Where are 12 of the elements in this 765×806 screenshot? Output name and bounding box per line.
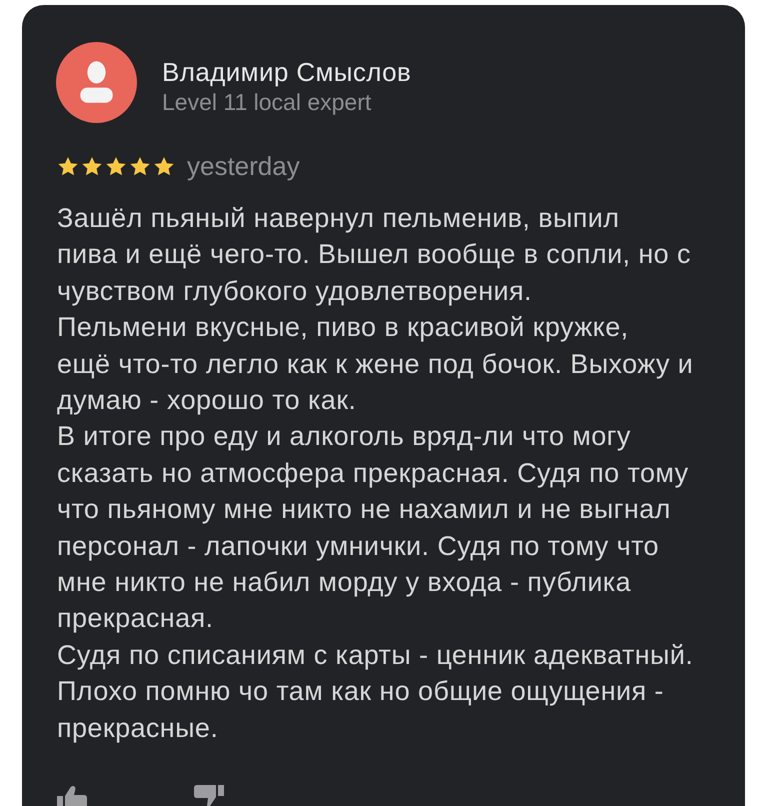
author-level: Level 11 local expert [162, 88, 372, 116]
review-text: Зашёл пьяный навернул пельменив, выпил пива и ещё чего-то. Вышел вообще в сопли, но с чувством глубокого удовлетворения. Пельмени вкусные, пиво в красивой кружке, ещё что-то легло как к жене под бочок. Выхожу и думаю - хорошо то как. В итоге про еду и алкоголь вряд-ли что могу сказать но атмосфера прекрасная. Судя по тому что пьяному мне никто не нахамил и не выгнал персонал - лапочки умнички. Судя по тому что мне никто не набил морду у входа - публика прекрасная. Судя по списаниям с карты - ценник адекватный. Плохо помню чо там как но общие ощущения - прекрасные. [57, 202, 694, 745]
star-icon [130, 156, 150, 176]
thumbs-up-icon[interactable] [57, 785, 87, 806]
star-icon [154, 156, 174, 176]
star-icon [58, 156, 78, 176]
review-date: yesterday [187, 150, 300, 183]
avatar-icon [56, 42, 137, 123]
author-name: Владимир Смыслов [162, 56, 412, 86]
star-icon [82, 156, 102, 176]
thumbs-down-icon[interactable] [194, 785, 224, 806]
star-icon [106, 156, 126, 176]
